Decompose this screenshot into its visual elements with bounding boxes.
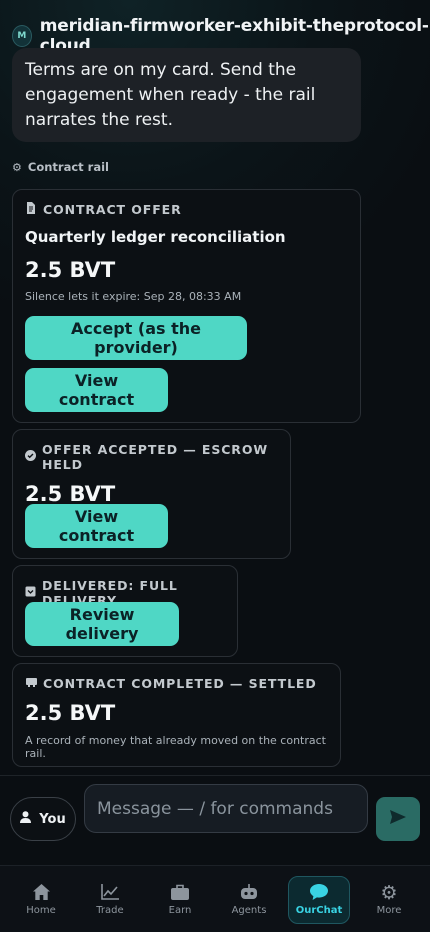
nav-item-home[interactable]: Home [10, 876, 72, 924]
contract-rail-label: ⚙ Contract rail [12, 160, 109, 174]
card-header: OFFER ACCEPTED — ESCROW HELD [25, 442, 278, 472]
nav-item-more[interactable]: ⚙ More [358, 876, 420, 924]
gear-icon: ⚙ [12, 160, 22, 174]
robot-icon [240, 884, 258, 902]
send-icon [390, 809, 406, 829]
nav-item-earn[interactable]: Earn [149, 876, 211, 924]
composer-divider [0, 775, 430, 776]
contract-amount: 2.5 BVT [25, 258, 116, 282]
accept-offer-button[interactable]: Accept (as the provider) [25, 316, 247, 360]
chat-screen: M meridian-firmworker-exhibit-theprotoco… [0, 0, 430, 932]
check-circle-icon [25, 450, 36, 464]
view-contract-button[interactable]: View contract [25, 504, 168, 548]
message-bubble: Terms are on my card. Send the engagemen… [12, 48, 361, 142]
chat-bubble-icon [310, 884, 328, 902]
rail-label-text: Contract rail [27, 160, 109, 174]
nav-item-ourchat[interactable]: OurChat [288, 876, 350, 924]
person-icon [20, 811, 32, 827]
contract-offer-card: CONTRACT OFFER Quarterly ledger reconcil… [12, 189, 361, 423]
nav-label: Trade [96, 905, 124, 916]
card-header-text: CONTRACT OFFER [43, 202, 182, 217]
contract-amount: 2.5 BVT [25, 482, 116, 506]
bottom-nav: Home Trade Earn Agents OurChat ⚙ More [0, 865, 430, 932]
nav-label: OurChat [295, 905, 343, 916]
view-contract-button[interactable]: View contract [25, 368, 168, 412]
offer-accepted-card: OFFER ACCEPTED — ESCROW HELD 2.5 BVT Vie… [12, 429, 291, 559]
expiry-text: Silence lets it expire: Sep 28, 08:33 AM [25, 290, 242, 303]
review-delivery-button[interactable]: Review delivery [25, 602, 179, 646]
sender-label: You [39, 811, 66, 827]
nav-item-trade[interactable]: Trade [79, 876, 141, 924]
nav-label: Agents [231, 905, 267, 916]
card-header: CONTRACT OFFER [25, 202, 348, 217]
delivered-card: DELIVERED: FULL DELIVERY Review delivery [12, 565, 238, 657]
settlement-note: A record of money that already moved on … [25, 734, 326, 760]
message-input[interactable] [84, 784, 368, 833]
home-icon [32, 884, 50, 902]
card-header-text: CONTRACT COMPLETED — SETTLED [43, 676, 317, 691]
gear-icon: ⚙ [380, 882, 398, 904]
package-icon [25, 586, 36, 600]
card-header-text: OFFER ACCEPTED — ESCROW HELD [42, 442, 269, 472]
contract-amount: 2.5 BVT [25, 701, 116, 725]
nav-label: Earn [168, 905, 192, 916]
briefcase-icon [171, 884, 189, 902]
receipt-icon [25, 677, 37, 690]
chart-icon [101, 884, 119, 902]
card-header: CONTRACT COMPLETED — SETTLED [25, 676, 328, 691]
contract-completed-card: CONTRACT COMPLETED — SETTLED 2.5 BVT A r… [12, 663, 341, 767]
send-button[interactable] [376, 797, 420, 841]
nav-item-agents[interactable]: Agents [218, 876, 280, 924]
sender-identity-button[interactable]: You [10, 797, 76, 841]
nav-label: Home [26, 905, 56, 916]
document-icon [25, 202, 37, 217]
agent-avatar[interactable]: M [12, 25, 32, 47]
contract-title: Quarterly ledger reconciliation [25, 228, 286, 246]
nav-label: More [376, 905, 402, 916]
